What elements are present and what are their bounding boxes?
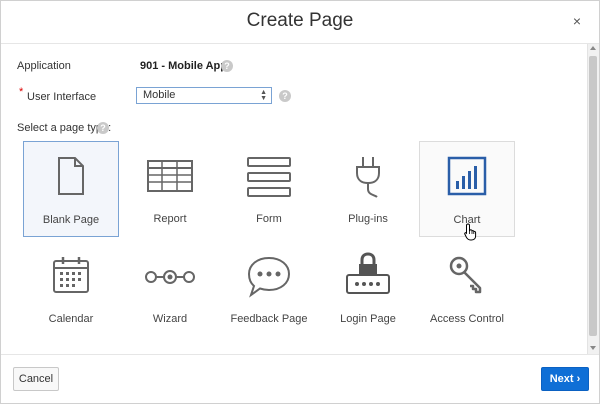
application-label: Application (17, 60, 71, 72)
page-type-access-control[interactable]: Access Control (419, 241, 515, 337)
hand-cursor-icon (464, 223, 477, 241)
scroll-down-arrow-icon[interactable] (590, 346, 596, 350)
page-type-blank-page[interactable]: Blank Page (23, 141, 119, 237)
page-type-label-text: Calendar (48, 313, 94, 325)
page-type-label-text: Login Page (340, 313, 396, 325)
page-type-label-text: Feedback Page (230, 313, 308, 325)
help-icon[interactable]: ? (97, 122, 109, 134)
login-lock-icon (346, 252, 390, 294)
report-table-icon (147, 160, 193, 192)
page-type-label-text: Access Control (430, 313, 504, 325)
page-type-calendar[interactable]: Calendar (23, 241, 119, 337)
dialog-titlebar: Create Page × (1, 1, 599, 44)
chevron-right-icon: › (576, 373, 581, 385)
create-page-dialog: Create Page × Application 901 - Mobile A… (0, 0, 600, 404)
page-type-label-text: Blank Page (42, 214, 100, 226)
calendar-icon (53, 257, 89, 293)
user-interface-label: User Interface (27, 91, 97, 103)
plug-icon (356, 157, 380, 198)
page-type-report[interactable]: Report (122, 141, 218, 237)
bar-chart-icon (447, 156, 487, 196)
application-value: 901 - Mobile App (140, 60, 227, 72)
key-icon (449, 256, 482, 294)
next-button[interactable]: Next › (541, 367, 589, 391)
next-button-label: Next (549, 373, 574, 385)
scroll-thumb[interactable] (589, 56, 597, 336)
dialog-footer: Cancel Next › (1, 354, 599, 404)
page-type-feedback-page[interactable]: Feedback Page (221, 241, 317, 337)
page-type-label-text: Form (256, 213, 282, 225)
help-icon[interactable]: ? (279, 90, 291, 102)
blank-page-icon (58, 157, 84, 195)
wizard-steps-icon (145, 270, 195, 284)
user-interface-selected-value: Mobile (143, 89, 176, 101)
page-type-plug-ins[interactable]: Plug-ins (320, 141, 416, 237)
speech-bubble-icon (247, 256, 291, 298)
page-type-label-text: Plug-ins (348, 213, 388, 225)
page-type-label-text: Wizard (152, 313, 188, 325)
cancel-button[interactable]: Cancel (13, 367, 59, 391)
form-icon (247, 157, 291, 197)
page-type-wizard[interactable]: Wizard (122, 241, 218, 337)
user-interface-select[interactable]: Mobile ▲ ▼ (136, 87, 272, 104)
dialog-title: Create Page (246, 10, 354, 31)
scroll-up-arrow-icon[interactable] (590, 46, 596, 50)
help-icon[interactable]: ? (221, 60, 233, 72)
page-type-label-text: Report (153, 213, 187, 225)
page-type-form[interactable]: Form (221, 141, 317, 237)
page-type-login-page[interactable]: Login Page (320, 241, 416, 337)
vertical-scrollbar[interactable] (587, 44, 599, 354)
close-icon[interactable]: × (568, 12, 586, 30)
required-marker: * (19, 86, 24, 98)
select-updown-icon: ▲ ▼ (260, 89, 267, 102)
